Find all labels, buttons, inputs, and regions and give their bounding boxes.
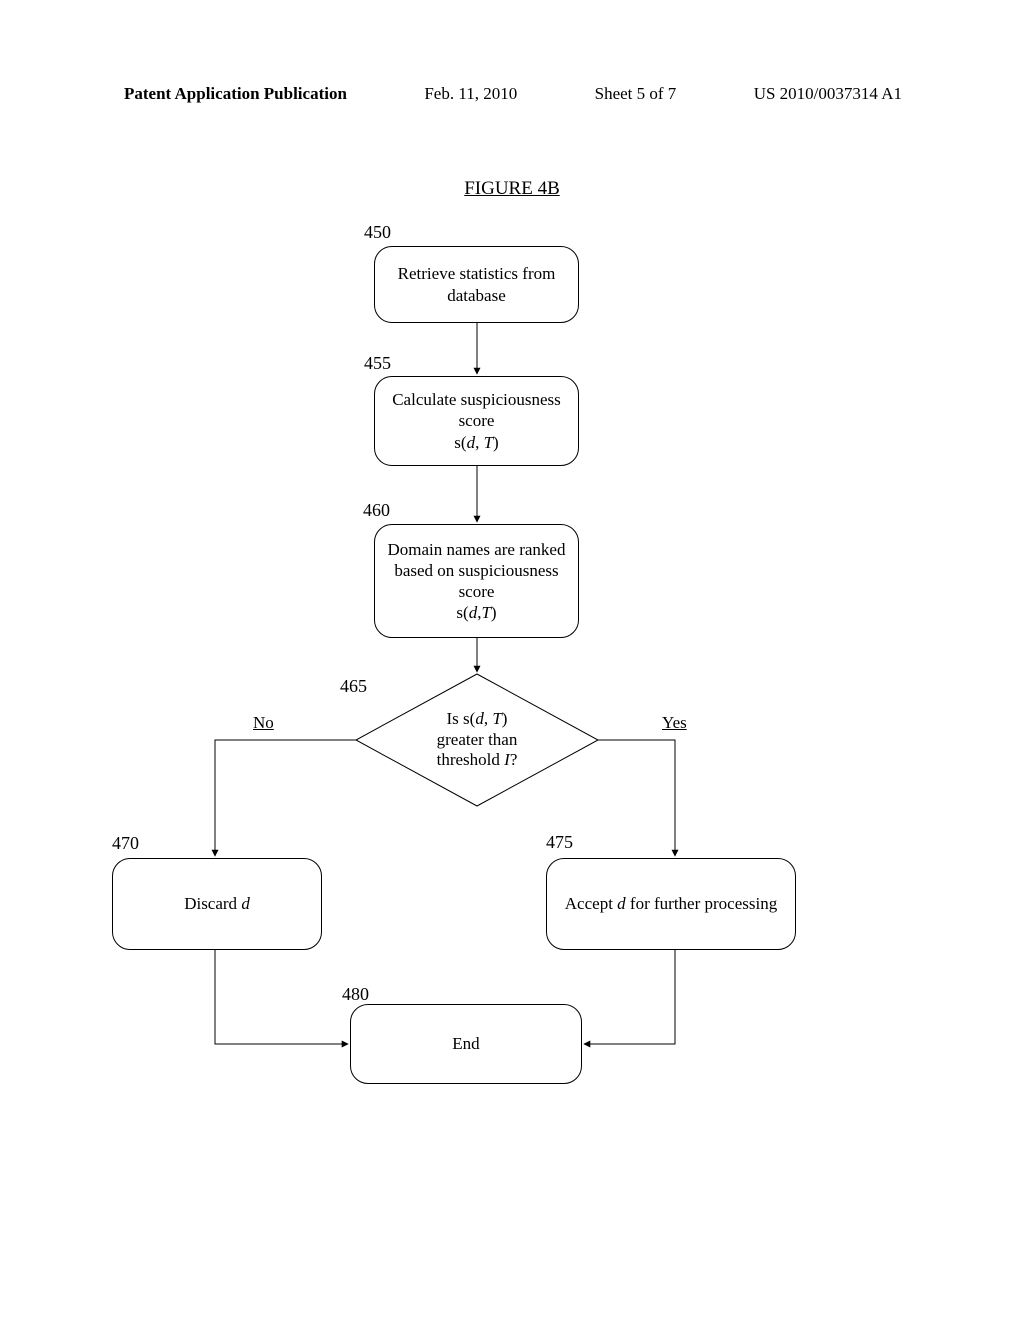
node-450: Retrieve statistics from database (374, 246, 579, 323)
ref-450: 450 (364, 222, 391, 243)
node-475-text: Accept d for further processing (565, 893, 777, 914)
node-455: Calculate suspiciousness score s(d, T) (374, 376, 579, 466)
node-470: Discard d (112, 858, 322, 950)
header-date: Feb. 11, 2010 (424, 84, 517, 104)
header-sheet: Sheet 5 of 7 (595, 84, 677, 104)
node-465: Is s(d, T) greater than threshold I? (352, 670, 602, 810)
edge-no-label: No (253, 713, 274, 733)
edge-yes-label: Yes (662, 713, 687, 733)
node-480-text: End (452, 1033, 479, 1054)
header-pubno: US 2010/0037314 A1 (754, 84, 902, 104)
node-480: End (350, 1004, 582, 1084)
header-left: Patent Application Publication (124, 84, 347, 104)
node-455-text: Calculate suspiciousness score s(d, T) (385, 389, 568, 453)
page: Patent Application Publication Feb. 11, … (0, 0, 1024, 1320)
ref-455: 455 (364, 353, 391, 374)
ref-470: 470 (112, 833, 139, 854)
figure-title: FIGURE 4B (0, 178, 1024, 200)
node-460-text: Domain names are ranked based on suspici… (385, 539, 568, 624)
page-header: Patent Application Publication Feb. 11, … (0, 84, 1024, 104)
node-460: Domain names are ranked based on suspici… (374, 524, 579, 638)
node-465-text: Is s(d, T) greater than threshold I? (352, 670, 602, 810)
ref-475: 475 (546, 832, 573, 853)
ref-460: 460 (363, 500, 390, 521)
node-470-text: Discard d (184, 893, 250, 914)
node-450-text: Retrieve statistics from database (385, 263, 568, 306)
ref-480: 480 (342, 984, 369, 1005)
node-475: Accept d for further processing (546, 858, 796, 950)
